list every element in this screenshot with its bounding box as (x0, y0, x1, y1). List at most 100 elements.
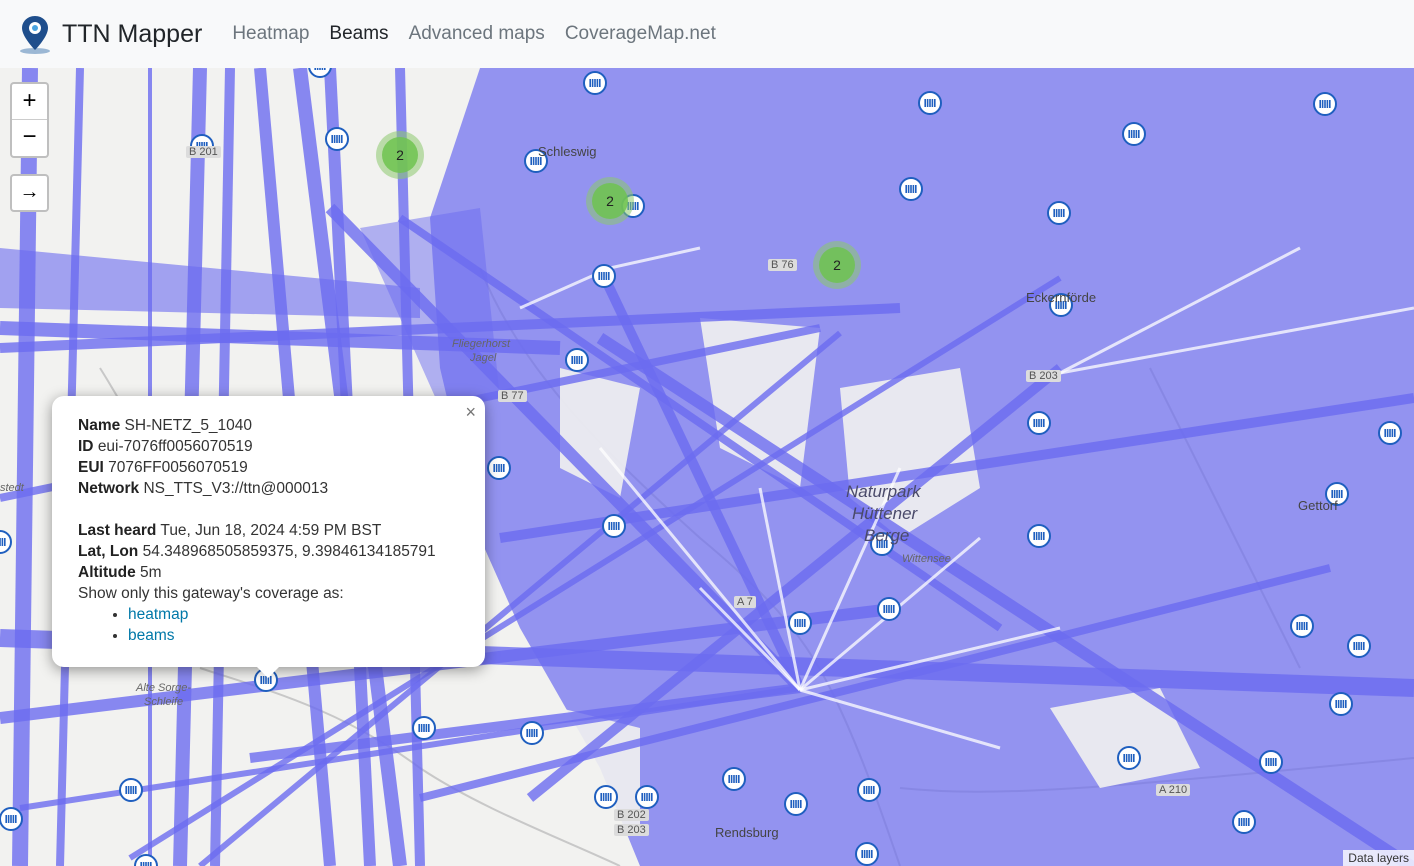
last-heard-label: Last heard (78, 522, 157, 539)
gateway-icon[interactable] (857, 778, 881, 802)
altitude-label: Altitude (78, 564, 136, 581)
heatmap-link[interactable]: heatmap (128, 606, 188, 623)
gateway-icon[interactable] (412, 716, 436, 740)
latlon-label: Lat, Lon (78, 543, 139, 560)
popup-name-row: Name SH-NETZ_5_1040 (78, 415, 459, 436)
gateway-icon[interactable] (119, 778, 143, 802)
popup-altitude-row: Altitude 5m (78, 562, 459, 583)
label-wittensee: Wittensee (902, 553, 951, 565)
label-schleife: Schleife (144, 696, 184, 708)
gateway-icon[interactable] (635, 785, 659, 809)
popup-latlon-row: Lat, Lon 54.348968505859375, 9.398461341… (78, 541, 459, 562)
road-b203-south: B 203 (614, 824, 649, 836)
cluster-marker[interactable]: 2 (586, 177, 634, 225)
gateway-icon[interactable] (788, 611, 812, 635)
gateway-icon[interactable] (565, 348, 589, 372)
gateway-icon[interactable] (877, 597, 901, 621)
road-b77: B 77 (498, 390, 527, 402)
gateway-icon[interactable] (325, 127, 349, 151)
gateway-icon[interactable] (784, 792, 808, 816)
cluster-marker[interactable]: 2 (813, 241, 861, 289)
network-label: Network (78, 480, 140, 497)
popup-network-row: Network NS_TTS_V3://ttn@000013 (78, 478, 459, 499)
altitude-value: 5m (140, 564, 162, 581)
road-a210: A 210 (1156, 784, 1191, 796)
coverage-links-list: heatmap beams (128, 604, 459, 646)
label-berge: Berge (864, 526, 910, 545)
gateway-icon[interactable] (592, 264, 616, 288)
navbar: TTN Mapper Heatmap Beams Advanced maps C… (0, 0, 1414, 68)
label-schleswig: Schleswig (538, 144, 597, 159)
gateway-icon[interactable] (1329, 692, 1353, 716)
road-b202: B 202 (614, 809, 649, 821)
road-b201: B 201 (186, 146, 221, 158)
label-eckernforde: Eckernförde (1026, 290, 1097, 305)
gateway-icon[interactable] (722, 767, 746, 791)
eui-value: 7076FF0056070519 (108, 459, 248, 476)
popup-eui-row: EUI 7076FF0056070519 (78, 457, 459, 478)
brand-title: TTN Mapper (62, 19, 203, 48)
list-item: beams (128, 625, 459, 646)
gateway-icon[interactable] (0, 807, 23, 831)
id-value: eui-7076ff0056070519 (97, 438, 253, 455)
brand[interactable]: TTN Mapper (18, 14, 202, 54)
nav-coveragemap[interactable]: CoverageMap.net (565, 23, 716, 45)
gateway-icon[interactable] (583, 71, 607, 95)
gateway-icon[interactable] (855, 842, 879, 866)
gateway-icon[interactable] (602, 514, 626, 538)
label-huttener: Hüttener (852, 504, 918, 523)
road-a7: A 7 (734, 596, 756, 608)
zoom-out-button[interactable]: − (12, 120, 47, 156)
gateway-popup: × Name SH-NETZ_5_1040 ID eui-7076ff00560… (52, 396, 485, 667)
gateway-icon[interactable] (1122, 122, 1146, 146)
gateway-icon[interactable] (918, 91, 942, 115)
nav-heatmap[interactable]: Heatmap (232, 23, 309, 45)
name-value: SH-NETZ_5_1040 (124, 417, 253, 434)
map-attribution[interactable]: Data layers (1343, 850, 1414, 866)
gateway-icon[interactable] (899, 177, 923, 201)
gateway-icon[interactable] (1259, 750, 1283, 774)
cluster-count: 2 (819, 247, 855, 283)
road-b203: B 203 (1026, 370, 1061, 382)
eui-label: EUI (78, 459, 104, 476)
close-icon[interactable]: × (465, 402, 476, 423)
gateway-icon[interactable] (1313, 92, 1337, 116)
gateway-icon[interactable] (1027, 411, 1051, 435)
gateway-icon[interactable] (1027, 524, 1051, 548)
beams-link[interactable]: beams (128, 627, 175, 644)
id-label: ID (78, 438, 94, 455)
zoom-control: + − (10, 82, 49, 158)
label-jagel: Jagel (470, 352, 497, 364)
gateway-icon[interactable] (594, 785, 618, 809)
name-label: Name (78, 417, 121, 434)
gateway-icon[interactable] (1378, 421, 1402, 445)
label-gettorf: Gettorf (1298, 498, 1338, 513)
gateway-icon[interactable] (1232, 810, 1256, 834)
gateway-icon[interactable] (134, 854, 158, 866)
popup-show-only-text: Show only this gateway's coverage as: (78, 585, 344, 602)
gateway-icon[interactable] (0, 530, 12, 554)
gateway-icon[interactable] (1347, 634, 1371, 658)
cluster-count: 2 (592, 183, 628, 219)
gateway-icon[interactable] (1047, 201, 1071, 225)
popup-id-row: ID eui-7076ff0056070519 (78, 436, 459, 457)
label-fliegerhorst: Fliegerhorst (452, 338, 511, 350)
nav-beams[interactable]: Beams (329, 23, 388, 45)
road-b76: B 76 (768, 259, 797, 271)
label-alte-sorge: Alte Sorge- (136, 682, 192, 694)
arrow-right-icon[interactable]: → (10, 174, 49, 212)
zoom-in-button[interactable]: + (12, 84, 47, 120)
last-heard-value: Tue, Jun 18, 2024 4:59 PM BST (160, 522, 382, 539)
gateway-icon[interactable] (520, 721, 544, 745)
label-naturpark: Naturpark (846, 482, 921, 501)
nav-advanced-maps[interactable]: Advanced maps (409, 23, 545, 45)
gateway-icon[interactable] (1117, 746, 1141, 770)
cluster-marker[interactable]: 2 (376, 131, 424, 179)
list-item: heatmap (128, 604, 459, 625)
cluster-count: 2 (382, 137, 418, 173)
label-stedt: stedt (0, 482, 24, 494)
gateway-icon[interactable] (1290, 614, 1314, 638)
popup-last-heard-row: Last heard Tue, Jun 18, 2024 4:59 PM BST (78, 520, 459, 541)
popup-tip (256, 666, 280, 678)
gateway-icon[interactable] (487, 456, 511, 480)
